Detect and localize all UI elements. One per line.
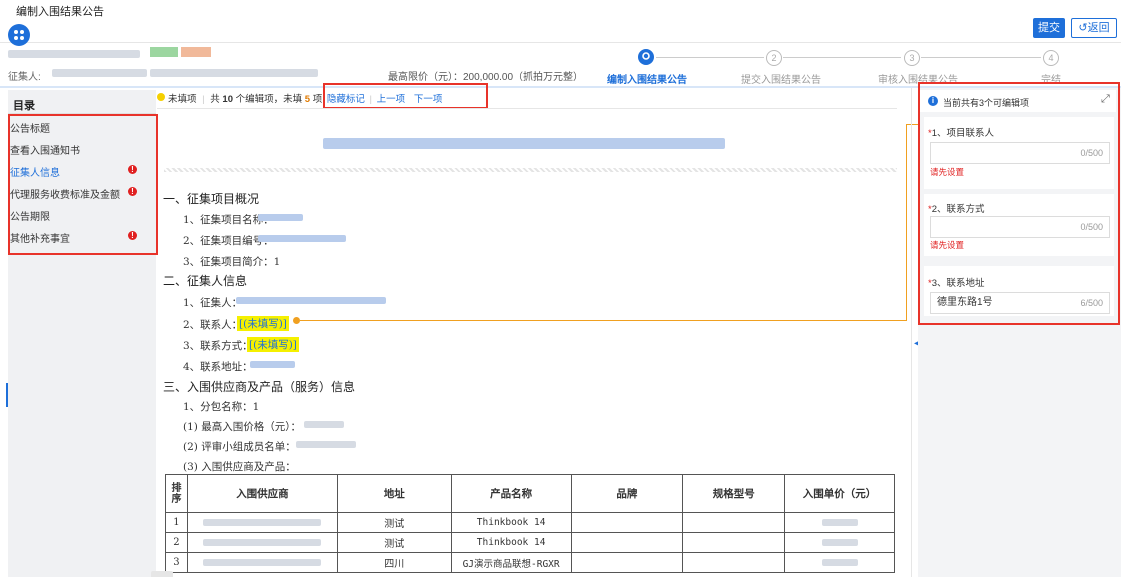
contact-person-unfilled[interactable]: [(未填写)] xyxy=(237,316,289,331)
price-cell xyxy=(784,552,895,573)
doc-toolbar-divider xyxy=(157,108,897,109)
step-1-label: 编制入围结果公告 xyxy=(607,75,687,86)
supplier-cell xyxy=(186,532,338,553)
table-row: 2 测试 Thinkbook 14 xyxy=(165,532,895,553)
top-bar xyxy=(0,0,1121,43)
unfilled-dot xyxy=(157,93,165,101)
model-cell xyxy=(682,552,786,573)
panel-separator xyxy=(911,88,912,577)
supplier-cell xyxy=(186,512,338,533)
col-header-product: 产品名称 xyxy=(450,474,572,513)
anchor-dot xyxy=(293,317,300,324)
row-number: 2 xyxy=(165,532,188,553)
contact-method-label: 3、联系方式： xyxy=(183,340,253,352)
contact-person-label: 2、联系人： xyxy=(183,319,243,331)
collector-extra xyxy=(150,69,318,77)
package-name: 1、分包名称：1 xyxy=(183,401,260,413)
annotation-box-sidebar xyxy=(8,114,158,255)
collector-value xyxy=(52,69,147,77)
summary-suffix: 项 xyxy=(312,94,323,105)
step-2-label: 提交入围结果公告 xyxy=(741,75,821,86)
step-4-circle: 4 xyxy=(1043,50,1059,66)
col-header-order: 排序 xyxy=(165,474,188,513)
connector-line-vertical xyxy=(906,124,907,321)
brand-cell xyxy=(570,532,684,553)
contact-address-value xyxy=(250,361,295,368)
table-row: 1 测试 Thinkbook 14 xyxy=(165,512,895,533)
total-count: 10 xyxy=(222,94,233,105)
step-3-circle: 3 xyxy=(904,50,920,66)
step-line-1 xyxy=(656,57,764,58)
review-panel-value xyxy=(296,441,356,448)
doc-title xyxy=(323,138,725,149)
status-tag-orange xyxy=(181,47,211,57)
annotation-box-right-panel xyxy=(918,82,1120,325)
project-name-value xyxy=(258,214,303,221)
address-cell: 测试 xyxy=(336,532,452,553)
back-label: 返回 xyxy=(1087,22,1110,34)
step-2-circle: 2 xyxy=(766,50,782,66)
step-line-3 xyxy=(921,57,1041,58)
contact-method-unfilled[interactable]: [(未填写)] xyxy=(247,337,299,352)
annotation-box-toolbar xyxy=(323,83,488,109)
product-cell: Thinkbook 14 xyxy=(450,512,572,533)
max-price: 最高限价（元）：200,000.00（抓拍万元整） xyxy=(388,72,584,83)
section-2-heading: 二、征集人信息 xyxy=(163,274,248,288)
table-row: 3 四川 GJ演示商品联想-RGXR xyxy=(165,552,895,573)
row-number: 1 xyxy=(165,512,188,533)
section-3-heading: 三、入围供应商及产品（服务）信息 xyxy=(163,380,356,394)
price-cell xyxy=(784,532,895,553)
collector-name-label: 1、征集人： xyxy=(183,297,243,309)
bottom-tab[interactable] xyxy=(151,571,173,577)
project-intro: 3、征集项目简介：1 xyxy=(183,256,281,268)
undo-icon: ↺ xyxy=(1078,22,1088,34)
back-button[interactable]: ↺返回 xyxy=(1071,18,1117,38)
section-1-heading: 一、征集项目概况 xyxy=(163,192,260,206)
product-cell: Thinkbook 14 xyxy=(450,532,572,553)
summary-mid: 个编辑项，未填 xyxy=(235,94,303,105)
col-header-address: 地址 xyxy=(336,474,452,513)
review-panel-label: (2) 评审小组成员名单： xyxy=(183,441,296,453)
summary-prefix: 共 xyxy=(210,94,220,105)
product-cell: GJ演示商品联想-RGXR xyxy=(450,552,572,573)
price-cell xyxy=(784,512,895,533)
project-number-value xyxy=(258,235,346,242)
doc-hatch-divider xyxy=(164,168,897,172)
address-cell: 测试 xyxy=(336,512,452,533)
max-price-label: (1) 最高入围价格（元）： xyxy=(183,421,301,433)
model-cell xyxy=(682,532,786,553)
model-cell xyxy=(682,512,786,533)
row-number: 3 xyxy=(165,552,188,573)
brand-cell xyxy=(570,512,684,533)
collector-label: 征集人: xyxy=(8,72,41,83)
col-header-model: 规格型号 xyxy=(682,474,786,513)
sidebar-heading: 目录 xyxy=(13,100,35,112)
unfilled-legend: 未填项 xyxy=(168,94,197,105)
contact-address-label: 4、联系地址： xyxy=(183,361,253,373)
collector-name-value xyxy=(236,297,386,304)
supplier-table: 排序 入围供应商 地址 产品名称 品牌 规格型号 入围单价（元） 1 测试 Th… xyxy=(165,474,895,573)
col-header-price: 入围单价（元） xyxy=(784,474,895,513)
step-line-2 xyxy=(783,57,901,58)
submit-button[interactable]: 提交 xyxy=(1033,18,1065,38)
org-name xyxy=(8,50,140,58)
apps-icon[interactable] xyxy=(8,24,30,46)
brand-cell xyxy=(570,552,684,573)
col-header-brand: 品牌 xyxy=(570,474,684,513)
page-title: 编制入围结果公告 xyxy=(16,6,104,18)
max-price-value xyxy=(304,421,344,428)
unfilled-count: 5 xyxy=(304,94,311,105)
left-edge-marker xyxy=(6,383,8,407)
supplier-products-label: (3) 入围供应商及产品： xyxy=(183,461,296,473)
step-1-location-icon xyxy=(638,49,654,65)
col-header-supplier: 入围供应商 xyxy=(186,474,338,513)
supplier-cell xyxy=(186,552,338,573)
address-cell: 四川 xyxy=(336,552,452,573)
connector-line xyxy=(300,320,907,321)
status-tag-green xyxy=(150,47,178,57)
